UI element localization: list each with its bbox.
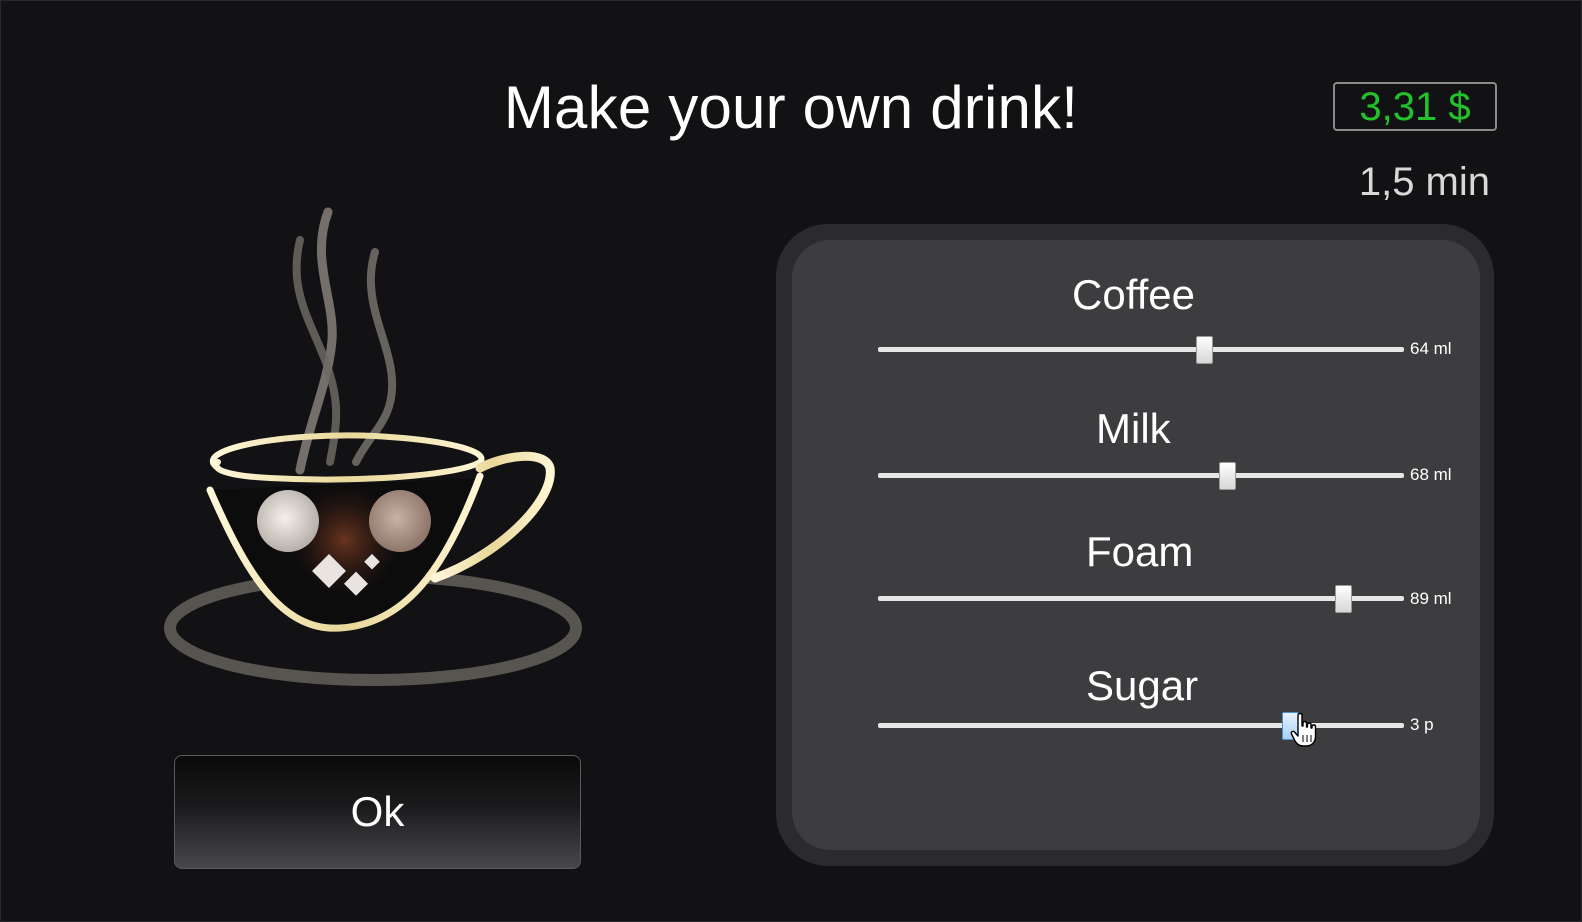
foam-label: Foam	[1086, 528, 1194, 575]
sugar-label: Sugar	[1086, 662, 1199, 709]
brew-time: 1,5 min	[1358, 160, 1490, 204]
coffee-value: 64 ml	[1410, 339, 1452, 358]
sugar-value: 3 p	[1410, 715, 1434, 734]
price-display: 3,31 $	[1333, 82, 1497, 131]
coffee-slider[interactable]	[878, 347, 1404, 352]
coffee-slider-thumb[interactable]	[1195, 336, 1213, 364]
milk-label: Milk	[1096, 405, 1171, 452]
foam-value: 89 ml	[1410, 589, 1452, 608]
milk-slider[interactable]	[878, 473, 1404, 478]
foam-slider-thumb[interactable]	[1335, 585, 1352, 613]
sugar-slider-thumb[interactable]	[1282, 712, 1300, 740]
milk-slider-thumb[interactable]	[1219, 462, 1237, 490]
milk-value: 68 ml	[1410, 465, 1452, 484]
foam-slider[interactable]	[878, 596, 1404, 601]
sugar-slider[interactable]	[878, 723, 1404, 728]
coffee-label: Coffee	[1072, 271, 1195, 318]
ok-button[interactable]: Ok	[174, 755, 581, 869]
coffee-cup-icon	[164, 207, 582, 686]
